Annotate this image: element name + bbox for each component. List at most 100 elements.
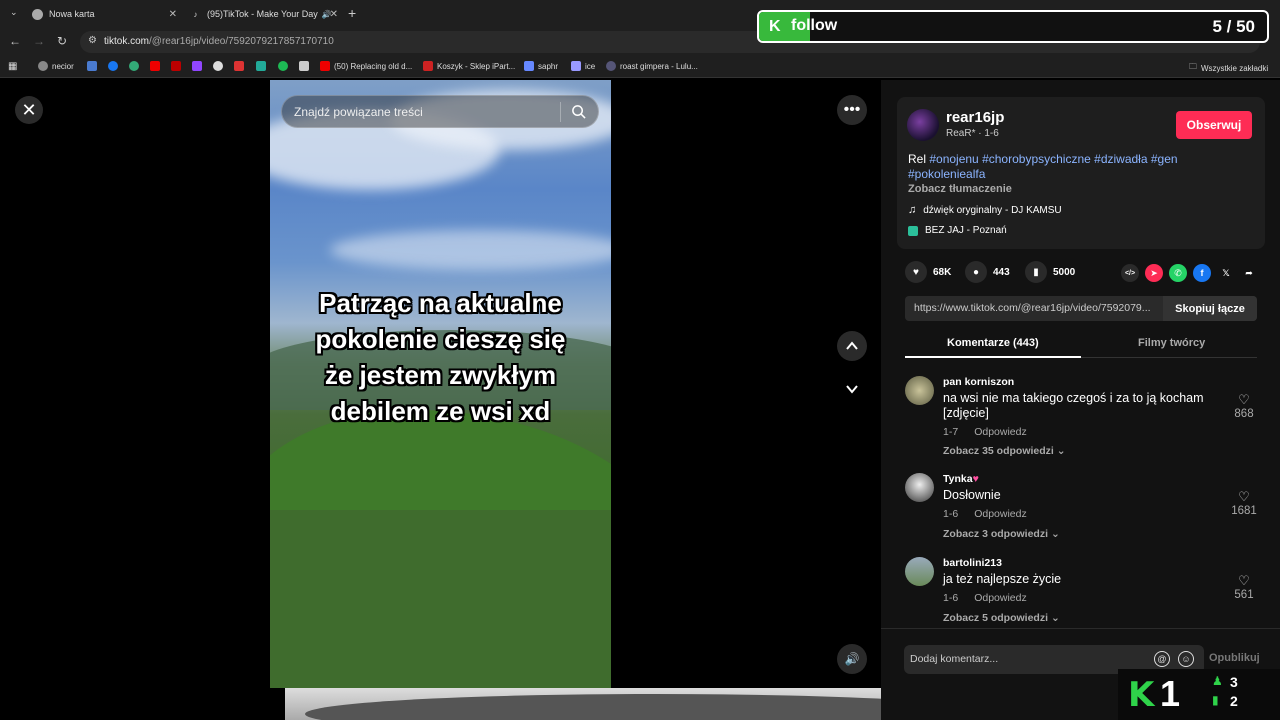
back-arrow-icon[interactable]: ← [9, 34, 21, 48]
translate-link[interactable]: Zobacz tłumaczenie [908, 183, 1012, 195]
comment-avatar[interactable] [905, 473, 934, 502]
reply-button[interactable]: Odpowiedz [974, 426, 1027, 438]
tab-close-icon[interactable]: ✕ [330, 9, 338, 20]
video-player[interactable]: Znajdź powiązane treści Patrząc na aktua… [270, 80, 611, 688]
music-link[interactable]: ♫ dźwięk oryginalny - DJ KAMSU [908, 204, 1062, 216]
bookmark-icon-8[interactable] [234, 61, 248, 71]
view-replies-button[interactable]: Zobacz 3 odpowiedzi ⌄ [943, 528, 1060, 540]
mention-icon[interactable]: @ [1154, 651, 1170, 667]
facebook-icon[interactable]: f [1193, 264, 1211, 282]
comment-action[interactable]: ● 443 [965, 261, 1010, 283]
bookmark-saphr[interactable]: saphr [524, 61, 558, 71]
hashtag-link[interactable]: #onojenu [929, 152, 978, 166]
bookmark-icon-7[interactable] [213, 61, 227, 71]
volume-button[interactable]: 🔊 [837, 644, 867, 674]
hashtag-link[interactable]: #pokoleniealfa [908, 167, 985, 181]
bookmark-icon-10[interactable] [278, 61, 292, 71]
tab-comments[interactable]: Komentarze (443) [947, 337, 1039, 349]
tab-close-icon[interactable]: ✕ [169, 9, 177, 20]
view-replies-button[interactable]: Zobacz 35 odpowiedzi ⌄ [943, 445, 1066, 457]
netflix-favicon [171, 61, 181, 71]
kick-logo-icon: K [1128, 675, 1155, 715]
tiktok-icon: ♪ [193, 9, 198, 19]
bookmark-icon-1[interactable] [87, 61, 101, 71]
video-link-box: https://www.tiktok.com/@rear16jp/video/7… [905, 296, 1257, 321]
bars-icon: ▮ [1212, 693, 1219, 707]
new-tab-plus-icon[interactable]: + [348, 5, 356, 21]
tab-list-chevron-icon[interactable]: ⌄ [10, 7, 18, 18]
previous-video-button[interactable] [837, 331, 867, 361]
bookmark-roast[interactable]: roast gimpera - Lulu... [606, 61, 698, 71]
tiktok-video-page: ✕ Znajdź powiązane treści Patrząc na akt… [0, 80, 1280, 720]
x-icon[interactable]: 𝕏 [1217, 264, 1235, 282]
chrome-icon [32, 8, 43, 20]
comment-meta: 1-6 Odpowiedz [943, 508, 1043, 520]
bookmark-icon-6[interactable] [192, 61, 206, 71]
bookmark-replacing[interactable]: (50) Replacing old d... [320, 61, 412, 71]
comment-like-count: 868 [1234, 408, 1254, 420]
reply-button[interactable]: Odpowiedz [974, 508, 1027, 520]
comment-like-button[interactable]: ♡ 1681 [1229, 489, 1259, 517]
more-options-button[interactable]: ••• [837, 95, 867, 125]
site-info-icon[interactable]: ⚙ [88, 35, 97, 46]
tab-creator-videos[interactable]: Filmy twórcy [1138, 337, 1205, 349]
close-button[interactable]: ✕ [15, 96, 43, 124]
bookmark-ice[interactable]: ice [571, 61, 595, 71]
comment-item: bartolini213 ja też najlepsze życie 1-6 O… [905, 557, 1265, 627]
like-count: 68K [933, 266, 952, 278]
bookmark-necior[interactable]: necior [38, 61, 74, 71]
folder-icon: 🗀 [1189, 62, 1197, 71]
caption-line: Patrząc na aktualne [319, 288, 562, 318]
video-link-text[interactable]: https://www.tiktok.com/@rear16jp/video/7… [914, 302, 1164, 314]
hashtag-link[interactable]: #gen [1151, 152, 1178, 166]
share-arrow-icon[interactable]: ➦ [1240, 264, 1258, 282]
comment-meta: 1-7 Odpowiedz [943, 426, 1043, 438]
description-text: Rel [908, 152, 930, 166]
creator-username[interactable]: rear16jp [946, 109, 1004, 126]
reply-button[interactable]: Odpowiedz [974, 592, 1027, 604]
details-panel: rear16jp ReaR* · 1-6 Obserwuj Rel #onoje… [881, 80, 1280, 720]
bookmark-icon-9[interactable] [256, 61, 270, 71]
hashtag-link[interactable]: #chorobypsychiczne [982, 152, 1091, 166]
emoji-icon[interactable]: ☺ [1178, 651, 1194, 667]
comment-avatar[interactable] [905, 376, 934, 405]
forward-arrow-icon[interactable]: → [33, 34, 45, 48]
like-action[interactable]: ♥ 68K [905, 261, 951, 283]
tab-label: (95)TikTok - Make Your Day [207, 9, 318, 19]
comment-item: Tynka♥ Dosłownie 1-6 Odpowiedz Zobacz 3 o… [905, 473, 1265, 545]
location-link[interactable]: BEZ JAJ - Poznań [908, 225, 1007, 236]
comment-username[interactable]: pan korniszon [943, 376, 1014, 388]
paper-plane-icon[interactable]: ➤ [1145, 264, 1163, 282]
bookmark-favicon [571, 61, 581, 71]
follow-button[interactable]: Obserwuj [1176, 111, 1252, 139]
comment-like-count: 561 [1234, 589, 1254, 601]
embed-icon[interactable]: </> [1121, 264, 1139, 282]
bookmark-icon-5[interactable] [171, 61, 185, 71]
copy-link-button[interactable]: Skopiuj łącze [1163, 296, 1257, 321]
tab-new-tab[interactable]: Nowa karta ✕ [32, 4, 177, 24]
score-bottom-value: 2 [1230, 693, 1238, 709]
bookmark-koszyk[interactable]: Koszyk - Sklep iPart... [423, 61, 515, 71]
view-replies-button[interactable]: Zobacz 5 odpowiedzi ⌄ [943, 612, 1060, 624]
save-action[interactable]: ▮ 5000 [1025, 261, 1075, 283]
related-search-input[interactable]: Znajdź powiązane treści [281, 95, 599, 128]
all-bookmarks[interactable]: 🗀 Wszystkie zakładki [1189, 61, 1268, 75]
comment-like-button[interactable]: ♡ 561 [1229, 573, 1259, 601]
bookmark-icon-4[interactable] [150, 61, 164, 71]
comment-username[interactable]: bartolini213 [943, 557, 1002, 569]
tab-tiktok[interactable]: ♪ (95)TikTok - Make Your Day 🔊 ✕ [190, 4, 339, 24]
comment-avatar[interactable] [905, 557, 934, 586]
search-icon[interactable] [571, 104, 586, 119]
bookmark-icon-3[interactable] [129, 61, 143, 71]
hashtag-link[interactable]: #dziwadła [1094, 152, 1147, 166]
publish-button[interactable]: Opublikuj [1209, 652, 1260, 664]
comment-like-button[interactable]: ♡ 868 [1229, 392, 1259, 420]
reload-icon[interactable]: ↻ [57, 34, 67, 48]
avatar[interactable] [907, 109, 939, 141]
bookmark-icon-2[interactable] [108, 61, 122, 71]
apps-grid-icon[interactable]: ▦ [8, 61, 17, 72]
bookmark-icon-11[interactable] [299, 61, 313, 71]
whatsapp-icon[interactable]: ✆ [1169, 264, 1187, 282]
comment-username[interactable]: Tynka♥ [943, 473, 979, 485]
next-video-button[interactable] [837, 374, 867, 404]
